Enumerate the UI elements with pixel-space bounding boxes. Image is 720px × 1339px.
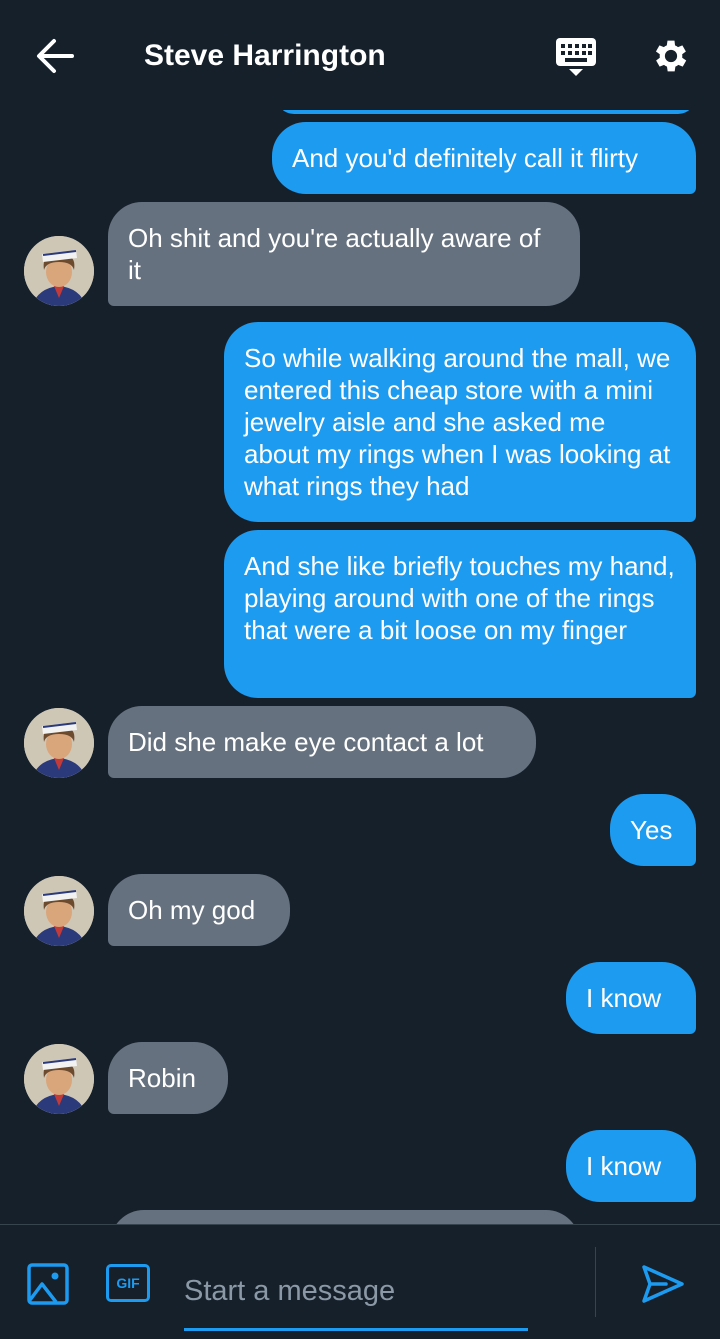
message-bubble-incoming[interactable]: Did she make eye contact a lot — [108, 706, 536, 778]
message-list[interactable]: And you'd definitely call it flirty Oh s… — [0, 0, 720, 1224]
message-text: I know — [586, 983, 662, 1013]
message-bubble-outgoing[interactable]: And you'd definitely call it flirty — [272, 122, 696, 194]
composer-divider — [595, 1247, 596, 1317]
message-text: Oh shit and you're actually aware of it — [128, 223, 541, 285]
message-bubble-outgoing[interactable]: I know — [566, 1130, 696, 1202]
message-text: And she like briefly touches my hand, pl… — [244, 551, 675, 645]
conversation-title[interactable]: Steve Harrington — [144, 38, 386, 74]
message-bubble-incoming[interactable]: Oh my god — [108, 874, 290, 946]
avatar[interactable] — [24, 708, 94, 778]
gif-button[interactable]: GIF — [106, 1264, 150, 1302]
add-image-button[interactable] — [26, 1262, 70, 1306]
avatar-image — [24, 236, 94, 306]
message-bubble-outgoing[interactable]: Yes — [610, 794, 696, 866]
partial-incoming-bubble — [110, 1210, 580, 1224]
arrow-left-icon — [37, 39, 74, 73]
message-text: So while walking around the mall, we ent… — [244, 343, 671, 501]
message-text: Did she make eye contact a lot — [128, 727, 484, 757]
message-bubble-incoming[interactable]: Oh shit and you're actually aware of it — [108, 202, 580, 306]
avatar[interactable] — [24, 236, 94, 306]
avatar-image — [24, 876, 94, 946]
settings-button[interactable] — [650, 35, 692, 77]
message-text: And you'd definitely call it flirty — [292, 143, 639, 173]
keyboard-icon — [556, 38, 596, 76]
message-text: Robin — [128, 1063, 196, 1093]
gear-icon — [655, 40, 687, 72]
dm-conversation-screen: And you'd definitely call it flirty Oh s… — [0, 0, 720, 1339]
image-icon — [27, 1263, 69, 1305]
message-input[interactable] — [184, 1255, 528, 1331]
send-icon — [642, 1265, 684, 1303]
message-text: I know — [586, 1151, 662, 1181]
message-bubble-outgoing[interactable]: I know — [566, 962, 696, 1034]
message-bubble-incoming[interactable]: Robin — [108, 1042, 228, 1114]
avatar-image — [24, 708, 94, 778]
conversation-header: Steve Harrington — [0, 0, 720, 110]
avatar-image — [24, 1044, 94, 1114]
message-text: Yes — [630, 815, 673, 845]
send-button[interactable] — [640, 1263, 686, 1305]
keyboard-button[interactable] — [554, 36, 598, 78]
message-bubble-outgoing[interactable]: So while walking around the mall, we ent… — [224, 322, 696, 522]
message-text: Oh my god — [128, 895, 256, 925]
message-composer: GIF — [0, 1224, 720, 1339]
message-bubble-outgoing[interactable]: And she like briefly touches my hand, pl… — [224, 530, 696, 698]
avatar[interactable] — [24, 1044, 94, 1114]
back-button[interactable] — [34, 36, 76, 76]
avatar[interactable] — [24, 876, 94, 946]
